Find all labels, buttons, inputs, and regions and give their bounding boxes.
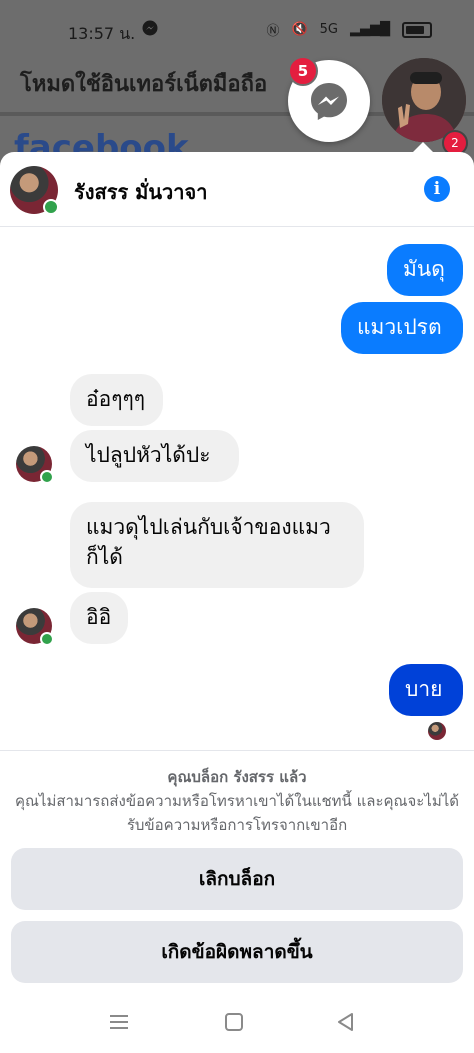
report-problem-button[interactable]: เกิดข้อผิดพลาดขึ้น [11,921,463,983]
background-title: โหมดใช้อินเทอร์เน็ตมือถือ [20,72,268,97]
unblock-button[interactable]: เลิกบล็อก [11,848,463,910]
system-nav-bar [0,994,474,1053]
block-notice: คุณบล็อก รังสรร แล้ว คุณไม่สามารถส่งข้อค… [0,750,474,994]
battery-icon [402,21,432,38]
status-time: 13:57 น. [68,24,136,43]
message-bubble-received[interactable]: ไปลูปหัวได้ปะ [70,430,239,482]
message-bubble-received[interactable]: อ๋อๆๆๆ [70,374,163,426]
home-icon[interactable] [224,1012,244,1032]
messenger-status-icon [142,20,158,36]
chat-header: รังสรร มั่นวาจา i [0,152,474,227]
messenger-badge: 5 [288,56,318,86]
menu-icon[interactable] [109,1012,129,1032]
status-icons: Ⓝ 🔇 5G ▂▄▆█ [266,20,432,39]
message-bubble-received[interactable]: อิอิ [70,592,128,644]
chat-panel: รังสรร มั่นวาจา i มันดุ แมวเปรต อ๋อๆๆๆ ไ… [0,152,474,994]
signal-icon: ▂▄▆█ [350,22,390,37]
seen-avatar [428,722,446,740]
online-indicator [40,632,54,646]
online-indicator [40,470,54,484]
mute-icon: 🔇 [291,22,308,37]
block-notice-title: คุณบล็อก รังสรร แล้ว [167,768,307,786]
message-bubble-received[interactable]: แมวดุไปเล่นกับเจ้าของแมว ก็ได้ [70,502,364,588]
nfc-icon: Ⓝ [266,24,280,39]
messenger-icon [311,83,347,120]
info-button[interactable]: i [424,176,450,202]
block-notice-description: คุณไม่สามารถส่งข้อความหรือโทรหาเขาได้ในแ… [14,792,460,834]
online-indicator [43,199,59,215]
network-label: 5G [319,22,338,37]
message-bubble-sent[interactable]: มันดุ [387,244,463,296]
message-bubble-sent[interactable]: แมวเปรต [341,302,463,354]
status-bar: 13:57 น. Ⓝ 🔇 5G ▂▄▆█ [0,14,474,50]
contact-name[interactable]: รังสรร มั่นวาจา [74,176,207,208]
back-icon[interactable] [336,1012,356,1032]
message-bubble-sent[interactable]: บาย [389,664,463,716]
info-icon: i [433,179,441,199]
